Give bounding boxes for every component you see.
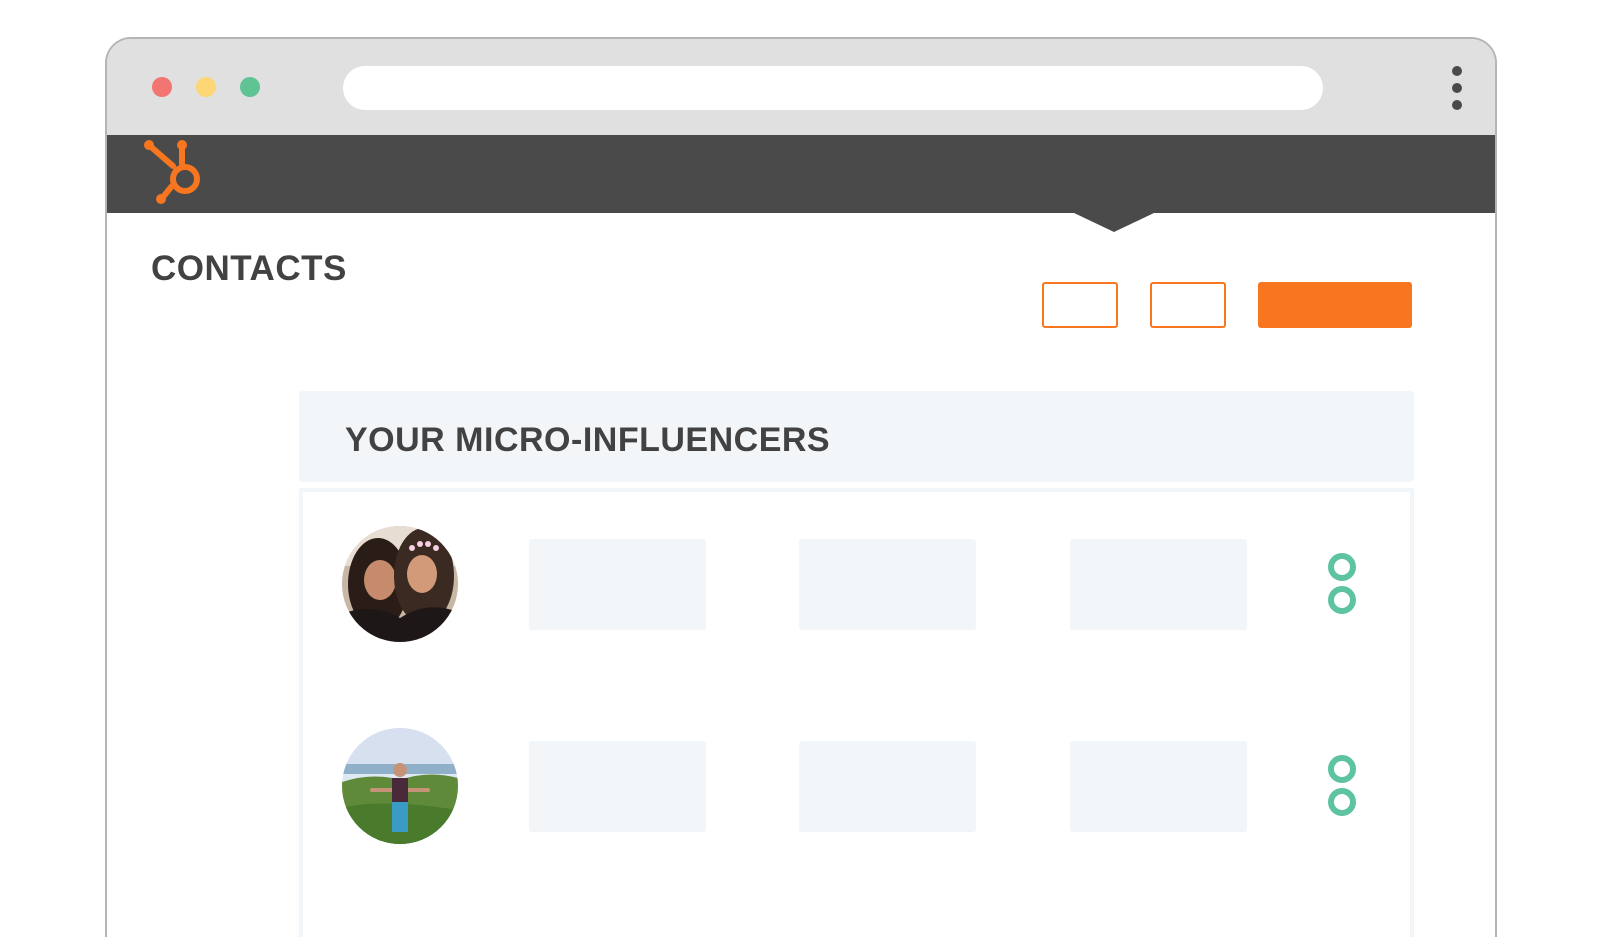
maximize-window-dot[interactable] [240,77,260,97]
header-dropdown-pointer [1072,212,1156,232]
influencer-list [299,488,1414,937]
data-cell [529,539,706,630]
hubspot-sprocket-icon[interactable] [143,137,213,209]
toolbar-primary-button[interactable] [1258,282,1412,328]
data-cell [799,539,976,630]
data-cell [1070,539,1247,630]
more-options-icon[interactable] [1451,66,1463,110]
browser-chrome [107,39,1495,135]
app-header-bar [107,135,1495,213]
data-cell [799,741,976,832]
data-cell [1070,741,1247,832]
two-women-selfie-photo [342,526,458,642]
card-title: YOUR MICRO-INFLUENCERS [345,421,831,459]
avatar[interactable] [342,728,458,844]
grin-logo-icon[interactable] [1325,550,1359,616]
toolbar-button-2[interactable] [1150,282,1226,328]
browser-window: CONTACTS YOUR MICRO-INFLUENCERS [105,37,1497,937]
man-outdoors-photo [342,728,458,844]
grin-logo-icon[interactable] [1325,752,1359,818]
close-window-dot[interactable] [152,77,172,97]
avatar[interactable] [342,526,458,642]
data-cell [529,741,706,832]
page-title: CONTACTS [151,249,347,288]
list-item[interactable] [303,506,1410,642]
minimize-window-dot[interactable] [196,77,216,97]
list-item[interactable] [303,708,1410,844]
toolbar-button-1[interactable] [1042,282,1118,328]
card-header: YOUR MICRO-INFLUENCERS [299,391,1414,482]
address-bar[interactable] [343,66,1323,110]
